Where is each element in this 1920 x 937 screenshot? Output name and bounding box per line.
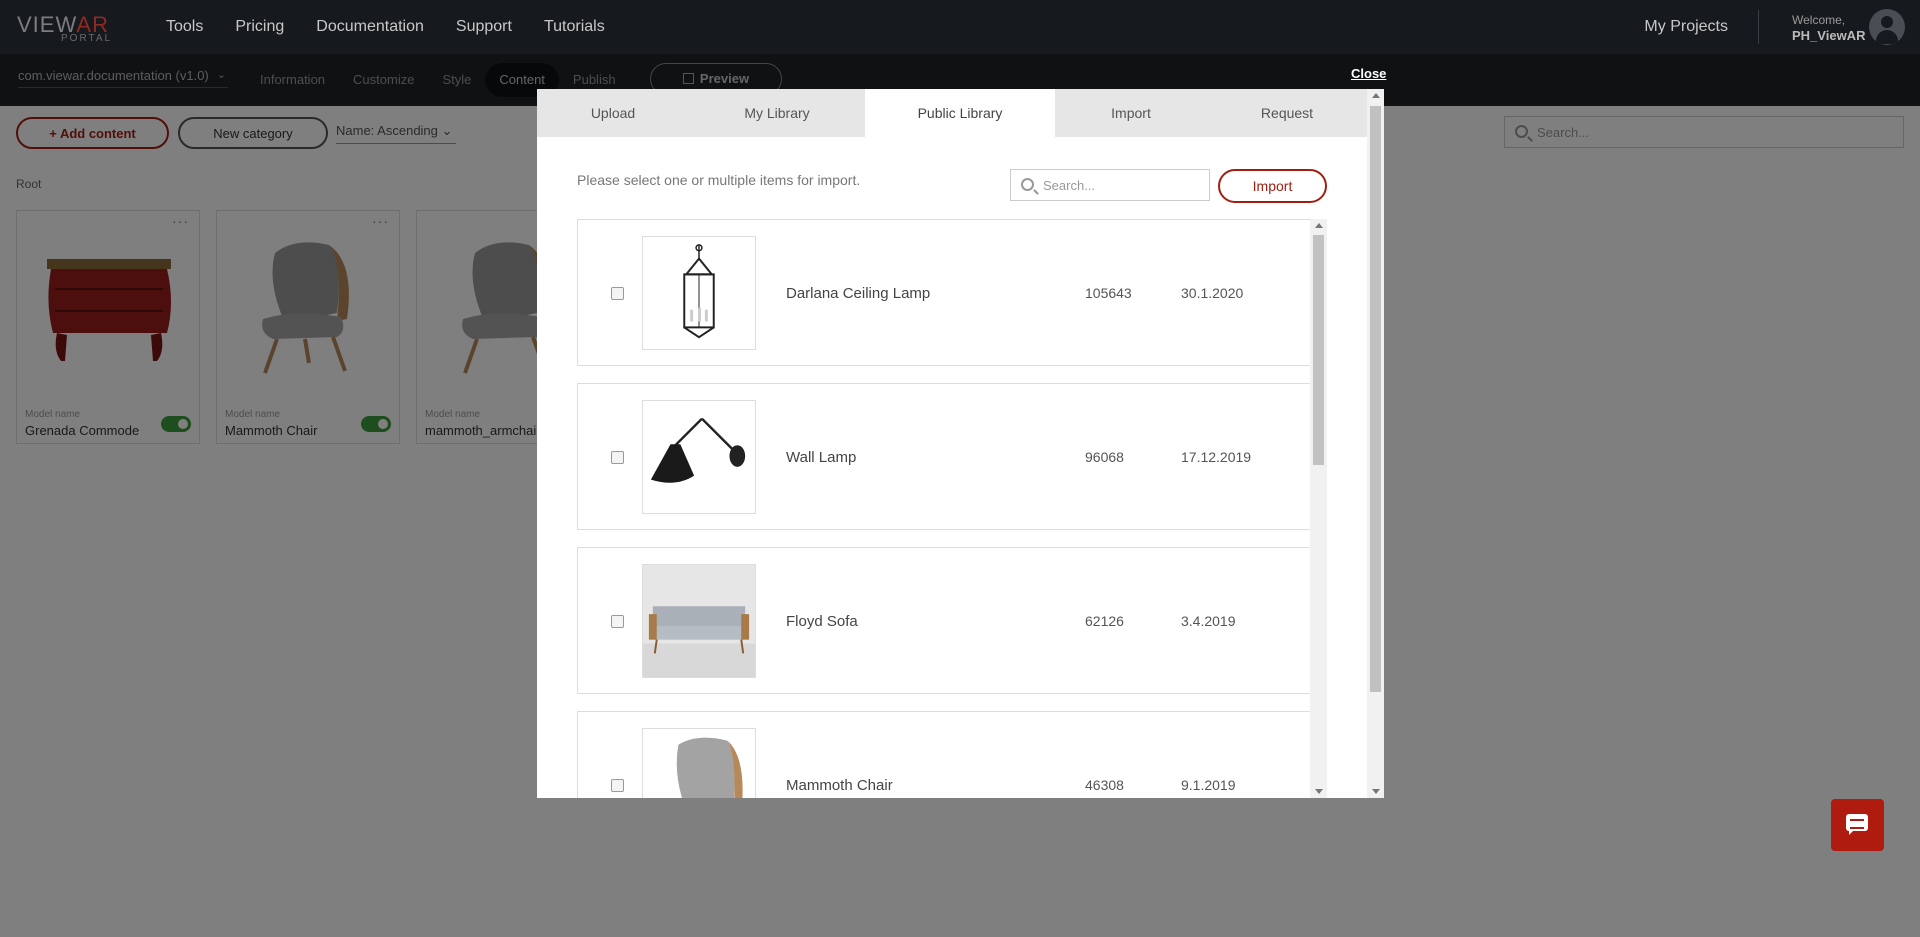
nav-pricing[interactable]: Pricing (235, 18, 284, 36)
top-navbar: VIEWAR PORTAL Tools Pricing Documentatio… (0, 0, 1920, 54)
my-projects-link[interactable]: My Projects (1644, 18, 1728, 36)
search-icon (1021, 178, 1034, 191)
content-library-dialog: Upload My Library Public Library Import … (537, 89, 1384, 798)
chat-icon (1846, 814, 1868, 835)
item-date: 30.1.2020 (1181, 285, 1244, 301)
item-checkbox[interactable] (611, 451, 624, 464)
nav-tools[interactable]: Tools (166, 18, 203, 36)
username: PH_ViewAR (1792, 28, 1866, 43)
scroll-up-icon[interactable] (1372, 93, 1380, 98)
scroll-down-icon[interactable] (1372, 789, 1380, 794)
item-name: Floyd Sofa (786, 613, 858, 630)
item-name: Darlana Ceiling Lamp (786, 285, 931, 302)
list-item[interactable]: Wall Lamp 96068 17.12.2019 (577, 383, 1311, 530)
import-button[interactable]: Import (1218, 169, 1327, 203)
import-instruction: Please select one or multiple items for … (577, 172, 861, 188)
logo-subtitle: PORTAL (61, 33, 113, 44)
list-scrollbar-thumb[interactable] (1313, 235, 1324, 465)
item-name: Wall Lamp (786, 449, 857, 466)
nav-divider (1758, 10, 1759, 44)
welcome-block: Welcome, PH_ViewAR (1792, 12, 1865, 44)
item-id: 62126 (1085, 613, 1124, 629)
nav-tutorials[interactable]: Tutorials (544, 18, 605, 36)
tab-my-library[interactable]: My Library (689, 89, 865, 137)
library-search-placeholder: Search... (1043, 178, 1096, 193)
item-name: Mammoth Chair (786, 777, 893, 794)
list-scrollbar[interactable] (1310, 219, 1327, 798)
tab-upload[interactable]: Upload (537, 89, 689, 137)
tab-request[interactable]: Request (1207, 89, 1367, 137)
scroll-down-icon[interactable] (1315, 789, 1323, 794)
wall-lamp-thumbnail (642, 400, 756, 514)
armchair-thumbnail (642, 728, 756, 798)
item-checkbox[interactable] (611, 287, 624, 300)
nav-documentation[interactable]: Documentation (316, 18, 424, 36)
list-item[interactable]: Darlana Ceiling Lamp 105643 30.1.2020 (577, 219, 1311, 366)
item-id: 96068 (1085, 449, 1124, 465)
viewar-logo[interactable]: VIEWAR PORTAL (17, 12, 129, 44)
item-date: 9.1.2019 (1181, 777, 1236, 793)
item-id: 105643 (1085, 285, 1132, 301)
scroll-up-icon[interactable] (1315, 223, 1323, 228)
dialog-scrollbar-thumb[interactable] (1370, 106, 1381, 692)
nav-support[interactable]: Support (456, 18, 512, 36)
dialog-scrollbar[interactable] (1367, 89, 1384, 798)
main-nav: Tools Pricing Documentation Support Tuto… (153, 0, 621, 54)
item-date: 17.12.2019 (1181, 449, 1252, 465)
item-checkbox[interactable] (611, 779, 624, 792)
tab-import[interactable]: Import (1055, 89, 1207, 137)
sofa-thumbnail (642, 564, 756, 678)
chat-button[interactable] (1831, 799, 1884, 851)
tab-public-library[interactable]: Public Library (865, 89, 1055, 137)
list-item[interactable]: Floyd Sofa 62126 3.4.2019 (577, 547, 1311, 694)
library-search-input[interactable]: Search... (1010, 169, 1210, 201)
item-id: 46308 (1085, 777, 1124, 793)
item-date: 3.4.2019 (1181, 613, 1236, 629)
user-avatar-icon[interactable] (1869, 9, 1905, 45)
item-checkbox[interactable] (611, 615, 624, 628)
library-tabs: Upload My Library Public Library Import … (537, 89, 1367, 137)
library-item-list: Darlana Ceiling Lamp 105643 30.1.2020 Wa… (577, 219, 1327, 798)
welcome-label: Welcome, (1792, 13, 1846, 27)
ceiling-lamp-thumbnail (642, 236, 756, 350)
close-link[interactable]: Close (1351, 66, 1386, 81)
list-item[interactable]: Mammoth Chair 46308 9.1.2019 (577, 711, 1311, 798)
